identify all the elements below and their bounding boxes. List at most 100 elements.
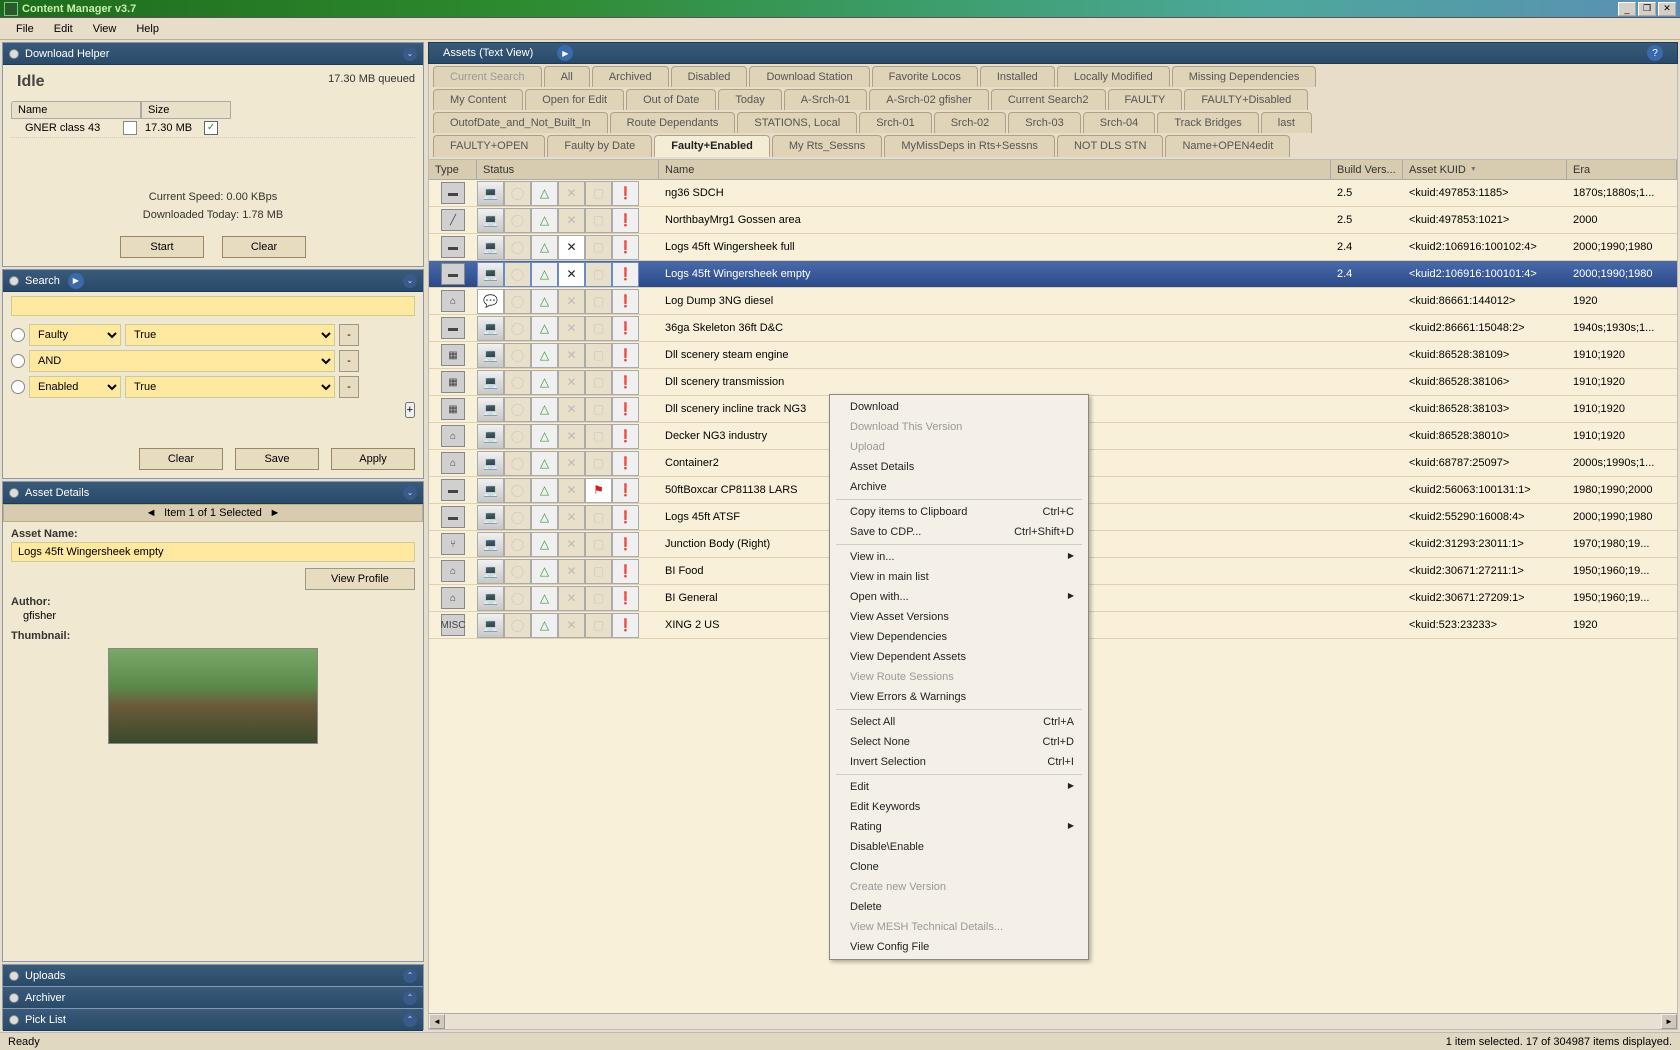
tab-faulty-disabled[interactable]: FAULTY+Disabled <box>1184 89 1308 110</box>
tab-a-srch-02-gfisher[interactable]: A-Srch-02 gfisher <box>869 89 989 110</box>
ctx-edit-keywords[interactable]: Edit Keywords <box>832 797 1086 817</box>
expand-icon[interactable]: ⌃ <box>403 991 417 1005</box>
tab-mymissdeps-in-rts-sessns[interactable]: MyMissDeps in Rts+Sessns <box>884 135 1055 157</box>
tab-faulty-by-date[interactable]: Faulty by Date <box>547 135 652 157</box>
scroll-left-icon[interactable]: ◄ <box>429 1014 445 1029</box>
tab-stations-local[interactable]: STATIONS, Local <box>737 112 857 133</box>
tab-favorite-locos[interactable]: Favorite Locos <box>872 66 978 87</box>
search-field-1[interactable]: Faulty <box>29 324 121 346</box>
tab-my-content[interactable]: My Content <box>433 89 523 110</box>
clear-button[interactable]: Clear <box>222 236 306 258</box>
table-row[interactable]: ╱💻◯△✕▢❗NorthbayMrg1 Gossen area2.5<kuid:… <box>429 207 1677 234</box>
ctx-asset-details[interactable]: Asset Details <box>832 457 1086 477</box>
col-name[interactable]: Name <box>659 160 1331 179</box>
ctx-download[interactable]: Download <box>832 397 1086 417</box>
asset-name-value[interactable]: Logs 45ft Wingersheek empty <box>11 542 415 562</box>
ctx-view-dependent-assets[interactable]: View Dependent Assets <box>832 647 1086 667</box>
next-icon[interactable]: ► <box>268 507 282 519</box>
collapse-icon[interactable]: ⌄ <box>403 274 417 288</box>
tab-disabled[interactable]: Disabled <box>671 66 748 87</box>
ctx-save-to-cdp-[interactable]: Save to CDP...Ctrl+Shift+D <box>832 522 1086 542</box>
tab-a-srch-01[interactable]: A-Srch-01 <box>784 89 868 110</box>
panel-archiver[interactable]: Archiver⌃ <box>2 986 424 1008</box>
col-era[interactable]: Era <box>1567 160 1677 179</box>
tab-current-search2[interactable]: Current Search2 <box>991 89 1106 110</box>
search-op[interactable]: AND <box>29 350 335 372</box>
ctx-select-none[interactable]: Select NoneCtrl+D <box>832 732 1086 752</box>
col-build[interactable]: Build Vers... <box>1331 160 1403 179</box>
h-scrollbar[interactable]: ◄ ► <box>429 1013 1677 1029</box>
ctx-view-errors-warnings[interactable]: View Errors & Warnings <box>832 687 1086 707</box>
ctx-view-in-[interactable]: View in...▶ <box>832 547 1086 567</box>
panel-pick-list[interactable]: Pick List⌃ <box>2 1008 424 1030</box>
restore-button[interactable]: ❐ <box>1638 2 1656 16</box>
table-row[interactable]: ⌂💬◯△✕▢❗Log Dump 3NG diesel<kuid:86661:14… <box>429 288 1677 315</box>
col-kuid[interactable]: Asset KUID▼ <box>1403 160 1567 179</box>
prev-icon[interactable]: ◄ <box>144 507 158 519</box>
table-row[interactable]: ▬💻◯△✕▢❗Logs 45ft Wingersheek full2.4<kui… <box>429 234 1677 261</box>
remove-row-button[interactable]: - <box>339 376 359 398</box>
search-value-1[interactable]: True <box>125 324 335 346</box>
tab-srch-03[interactable]: Srch-03 <box>1008 112 1081 133</box>
tab-srch-02[interactable]: Srch-02 <box>934 112 1007 133</box>
expand-icon[interactable]: ⌃ <box>403 969 417 983</box>
download-helper-header[interactable]: Download Helper ⌄ <box>3 43 423 65</box>
menu-edit[interactable]: Edit <box>44 20 83 38</box>
tab-open-for-edit[interactable]: Open for Edit <box>525 89 624 110</box>
ctx-disable-enable[interactable]: Disable\Enable <box>832 837 1086 857</box>
asset-details-header[interactable]: Asset Details ⌄ <box>3 482 423 504</box>
close-window-button[interactable]: ✕ <box>1658 2 1676 16</box>
scroll-track[interactable] <box>445 1014 1661 1029</box>
tab-faulty-open[interactable]: FAULTY+OPEN <box>433 135 545 157</box>
ctx-delete[interactable]: Delete <box>832 897 1086 917</box>
remove-row-button[interactable]: - <box>339 324 359 346</box>
tab-last[interactable]: last <box>1261 112 1312 133</box>
search-save-button[interactable]: Save <box>235 448 319 470</box>
ctx-rating[interactable]: Rating▶ <box>832 817 1086 837</box>
col-name[interactable]: Name <box>11 101 141 119</box>
radio-icon[interactable] <box>11 328 25 342</box>
tab-track-bridges[interactable]: Track Bridges <box>1157 112 1258 133</box>
panel-uploads[interactable]: Uploads⌃ <box>2 964 424 986</box>
expand-icon[interactable]: ⌃ <box>403 1013 417 1027</box>
ctx-copy-items-to-clipboard[interactable]: Copy items to ClipboardCtrl+C <box>832 502 1086 522</box>
tab-missing-dependencies[interactable]: Missing Dependencies <box>1172 66 1317 87</box>
ctx-view-in-main-list[interactable]: View in main list <box>832 567 1086 587</box>
download-row[interactable]: GNER class 43 17.30 MB ✓ <box>11 119 415 138</box>
tab-faulty[interactable]: FAULTY <box>1108 89 1183 110</box>
tab-faulty-enabled[interactable]: Faulty+Enabled <box>654 135 770 157</box>
start-button[interactable]: Start <box>120 236 204 258</box>
table-row[interactable]: ▬💻◯△✕▢❗ng36 SDCH2.5<kuid:497853:1185>187… <box>429 180 1677 207</box>
menu-view[interactable]: View <box>83 20 127 38</box>
search-run-icon[interactable]: ▶ <box>68 273 84 289</box>
assets-play-icon[interactable]: ▶ <box>557 45 573 61</box>
ctx-invert-selection[interactable]: Invert SelectionCtrl+I <box>832 752 1086 772</box>
search-header[interactable]: Search ▶ ⌄ <box>3 270 423 292</box>
table-row[interactable]: ▦💻◯△✕▢❗Dll scenery steam engine<kuid:865… <box>429 342 1677 369</box>
tab-download-station[interactable]: Download Station <box>749 66 869 87</box>
tab-current-search[interactable]: Current Search <box>433 66 542 87</box>
radio-icon[interactable] <box>11 380 25 394</box>
search-apply-button[interactable]: Apply <box>331 448 415 470</box>
tab-not-dls-stn[interactable]: NOT DLS STN <box>1057 135 1164 157</box>
table-row[interactable]: ▦💻◯△✕▢❗Dll scenery transmission<kuid:865… <box>429 369 1677 396</box>
tab-name-open4edit[interactable]: Name+OPEN4edit <box>1165 135 1290 157</box>
ctx-view-config-file[interactable]: View Config File <box>832 937 1086 957</box>
col-type[interactable]: Type <box>429 160 477 179</box>
tab-locally-modified[interactable]: Locally Modified <box>1057 66 1170 87</box>
ctx-view-asset-versions[interactable]: View Asset Versions <box>832 607 1086 627</box>
ctx-open-with-[interactable]: Open with...▶ <box>832 587 1086 607</box>
col-status[interactable]: Status <box>477 160 659 179</box>
col-size[interactable]: Size <box>141 101 231 119</box>
minimize-button[interactable]: _ <box>1618 2 1636 16</box>
tab-outofdate-and-not-built-in[interactable]: OutofDate_and_Not_Built_In <box>433 112 608 133</box>
search-field-2[interactable]: Enabled <box>29 376 121 398</box>
tab-srch-01[interactable]: Srch-01 <box>859 112 932 133</box>
menu-file[interactable]: File <box>6 20 44 38</box>
ctx-archive[interactable]: Archive <box>832 477 1086 497</box>
ctx-view-dependencies[interactable]: View Dependencies <box>832 627 1086 647</box>
add-row-button[interactable]: + <box>405 402 415 418</box>
tab-srch-04[interactable]: Srch-04 <box>1083 112 1156 133</box>
tab-route-dependants[interactable]: Route Dependants <box>610 112 736 133</box>
search-text[interactable] <box>11 296 415 316</box>
